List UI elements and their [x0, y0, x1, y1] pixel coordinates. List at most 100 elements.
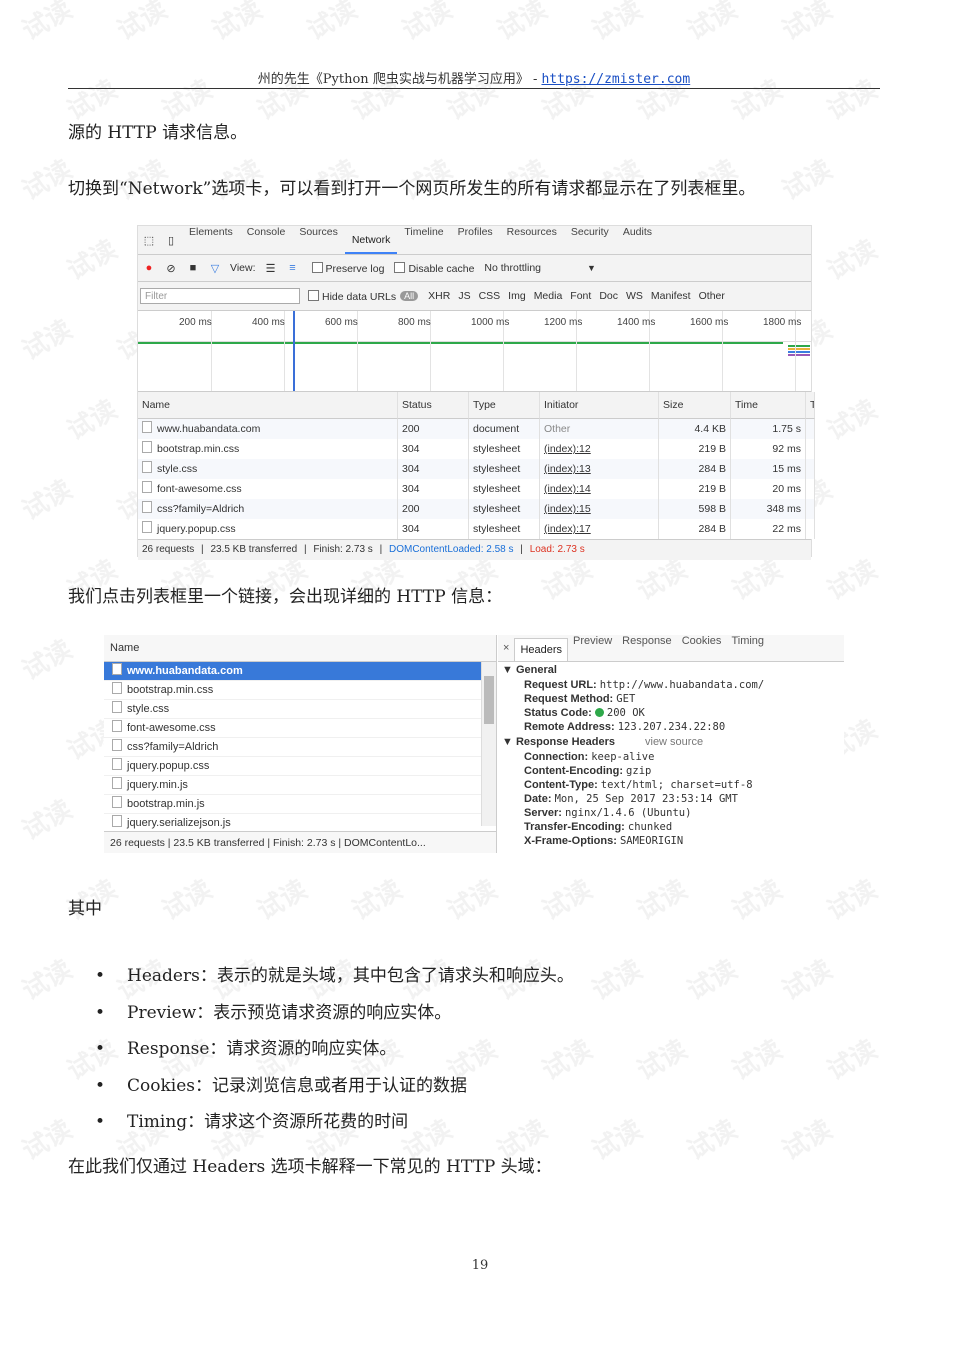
cell-initiator[interactable]: (index):14 — [540, 479, 659, 499]
list-item[interactable]: jquery.popup.css — [104, 757, 496, 776]
detail-tab-timing[interactable]: Timing — [726, 635, 769, 661]
cell-time: 1.75 s — [731, 419, 806, 439]
cell-initiator[interactable]: (index):15 — [540, 499, 659, 519]
tab-timeline[interactable]: Timeline — [397, 226, 450, 254]
watermark-text: 试读 — [682, 1114, 743, 1167]
filter-type-css[interactable]: CSS — [479, 290, 501, 302]
watermark-text: 试读 — [777, 0, 838, 47]
list-scrollbar[interactable] — [481, 662, 496, 826]
tab-audits[interactable]: Audits — [616, 226, 659, 254]
header-entry: Request URL: http://www.huabandata.com/ — [524, 679, 765, 691]
column-header-name[interactable]: Name — [138, 392, 398, 419]
list-view-icon[interactable]: ☰ — [262, 262, 280, 275]
filter-input[interactable]: Filter — [140, 288, 300, 304]
list-item[interactable]: www.huabandata.com — [104, 662, 496, 681]
preserve-log-checkbox[interactable]: Preserve log — [311, 261, 384, 275]
header-entry: Request Method: GET — [524, 693, 636, 705]
bullet-item: • Headers：表示的就是头域，其中包含了请求头和响应头。 — [95, 966, 574, 986]
filter-all-button[interactable]: All — [400, 291, 419, 301]
table-row[interactable]: css?family=Aldrich 200 stylesheet (index):1… — [138, 499, 815, 519]
file-icon — [112, 777, 122, 789]
cell-initiator[interactable]: (index):13 — [540, 459, 659, 479]
column-header-status[interactable]: Status — [398, 392, 469, 419]
file-icon — [142, 461, 152, 473]
filter-type-media[interactable]: Media — [534, 290, 563, 302]
request-list-pane: Name www.huabandata.com bootstrap.min.css… — [104, 635, 497, 853]
filter-type-ws[interactable]: WS — [626, 290, 643, 302]
column-header-size[interactable]: Size — [659, 392, 731, 419]
file-icon — [142, 481, 152, 493]
watermark-text: 试读 — [17, 0, 78, 47]
list-item[interactable]: jquery.min.js — [104, 776, 496, 795]
tab-profiles[interactable]: Profiles — [451, 226, 500, 254]
chevron-down-icon[interactable]: ▼ — [587, 263, 596, 273]
throttling-select[interactable]: No throttling — [484, 262, 541, 274]
filter-type-img[interactable]: Img — [508, 290, 526, 302]
list-item[interactable]: style.css — [104, 700, 496, 719]
device-icon[interactable]: ▯ — [162, 234, 180, 247]
column-header-ti[interactable]: Ti — [806, 392, 815, 419]
inspect-icon[interactable]: ⬚ — [140, 234, 158, 247]
filter-type-doc[interactable]: Doc — [599, 290, 618, 302]
table-row[interactable]: style.css 304 stylesheet (index):13 284 B 15 … — [138, 459, 815, 479]
tab-console[interactable]: Console — [240, 226, 293, 254]
filter-icon[interactable]: ▽ — [206, 262, 224, 275]
cell-size: 284 B — [659, 459, 731, 479]
list-item[interactable]: bootstrap.min.css — [104, 681, 496, 700]
disable-cache-checkbox[interactable]: Disable cache — [394, 261, 474, 275]
waterfall-view-icon[interactable]: ≡ — [284, 262, 302, 274]
watermark-text: 试读 — [777, 1114, 838, 1167]
header-link[interactable]: https://zmister.com — [541, 72, 690, 87]
column-header-initiator[interactable]: Initiator — [540, 392, 659, 419]
cell-initiator[interactable]: (index):17 — [540, 519, 659, 539]
cell-initiator[interactable]: (index):12 — [540, 439, 659, 459]
list-item[interactable]: css?family=Aldrich — [104, 738, 496, 757]
tab-sources[interactable]: Sources — [292, 226, 345, 254]
filter-type-other[interactable]: Other — [699, 290, 725, 302]
watermark-text: 试读 — [587, 0, 648, 47]
header-title: 州的先生《Python 爬虫实战与机器学习应用》 - — [257, 72, 542, 87]
column-header-time[interactable]: Time — [731, 392, 806, 419]
tab-resources[interactable]: Resources — [500, 226, 564, 254]
detail-tab-cookies[interactable]: Cookies — [677, 635, 727, 661]
filter-type-font[interactable]: Font — [570, 290, 591, 302]
list-item[interactable]: bootstrap.min.js — [104, 795, 496, 814]
detail-tab-response[interactable]: Response — [617, 635, 677, 661]
record-icon[interactable]: ● — [140, 262, 158, 274]
tab-security[interactable]: Security — [564, 226, 616, 254]
timeline-tick-label: 1000 ms — [471, 317, 510, 328]
clear-icon[interactable]: ⊘ — [162, 262, 180, 275]
table-row[interactable]: jquery.popup.css 304 stylesheet (index):17 2… — [138, 519, 815, 539]
response-headers-section-title[interactable]: ▼ Response Headers view source — [498, 734, 844, 750]
tab-network[interactable]: Network — [344, 226, 398, 254]
watermark-text: 试读 — [822, 554, 883, 607]
timeline-tick-label: 1800 ms — [763, 317, 802, 328]
camera-icon[interactable]: ■ — [184, 262, 202, 274]
cell-type: stylesheet — [469, 479, 540, 499]
page-header: 州的先生《Python 爬虫实战与机器学习应用》 - https://zmist… — [68, 68, 880, 87]
filter-type-js[interactable]: JS — [458, 290, 470, 302]
table-row[interactable]: font-awesome.css 304 stylesheet (index):14 2… — [138, 479, 815, 499]
watermark-text: 试读 — [302, 0, 363, 47]
list-item[interactable]: font-awesome.css — [104, 719, 496, 738]
tab-elements[interactable]: Elements — [182, 226, 240, 254]
watermark-text: 试读 — [252, 874, 313, 927]
header-entry: Transfer-Encoding: chunked — [524, 821, 673, 833]
close-icon[interactable]: × — [498, 642, 514, 654]
header-entry: Server: nginx/1.4.6 (Ubuntu) — [524, 807, 692, 819]
hide-data-urls-checkbox[interactable]: Hide data URLs — [308, 289, 396, 303]
paragraph-5: 在此我们仅通过 Headers 选项卡解释一下常见的 HTTP 头域： — [68, 1157, 552, 1177]
column-header-type[interactable]: Type — [469, 392, 540, 419]
view-source-link[interactable]: view source — [645, 736, 703, 748]
watermark-text: 试读 — [17, 634, 78, 687]
detail-tab-preview[interactable]: Preview — [568, 635, 617, 661]
watermark-text: 试读 — [822, 394, 883, 447]
filter-type-manifest[interactable]: Manifest — [651, 290, 691, 302]
watermark-text: 试读 — [777, 154, 838, 207]
general-section-title[interactable]: ▼ General — [498, 662, 844, 678]
table-row[interactable]: www.huabandata.com 200 document Other 4.4 KB… — [138, 419, 815, 439]
detail-tab-headers[interactable]: Headers — [514, 638, 569, 661]
filter-type-xhr[interactable]: XHR — [428, 290, 450, 302]
header-entry: Content-Type: text/html; charset=utf-8 — [524, 779, 753, 791]
table-row[interactable]: bootstrap.min.css 304 stylesheet (index):12… — [138, 439, 815, 459]
